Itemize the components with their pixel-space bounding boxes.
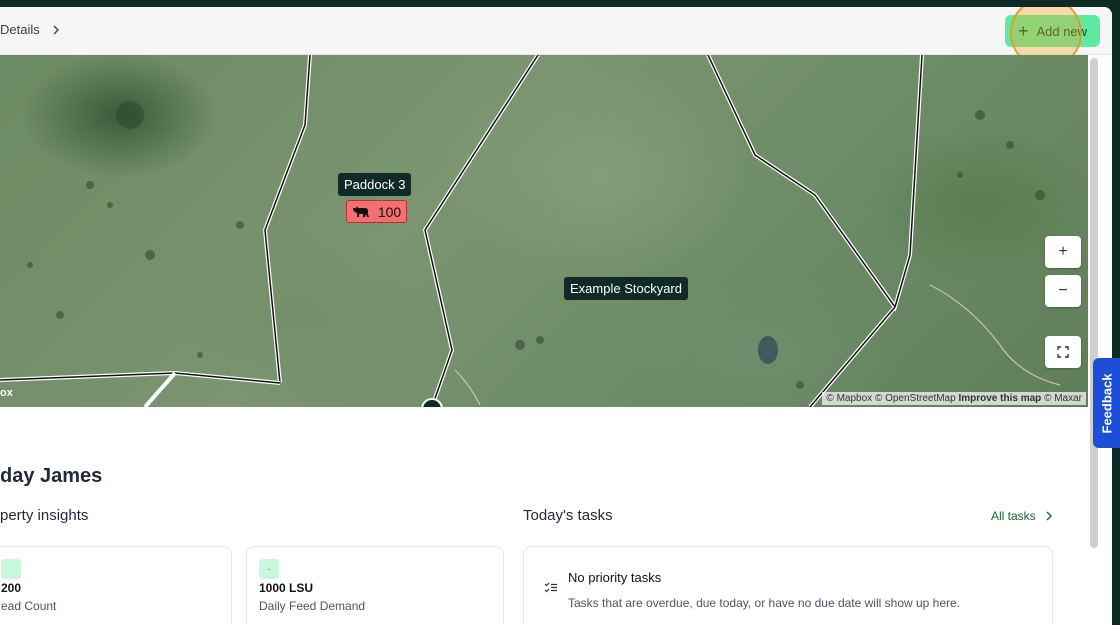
- tasks-title: Today's tasks: [523, 507, 613, 524]
- add-new-button[interactable]: + Add new: [1005, 15, 1100, 47]
- satellite-map[interactable]: Paddock 3 100 Example Stockyard + − ox ©…: [0, 55, 1088, 407]
- cattle-icon: [352, 205, 369, 217]
- add-new-label: Add new: [1036, 23, 1088, 39]
- stock-count-badge[interactable]: 100: [346, 200, 407, 223]
- greeting-heading: day James: [0, 465, 103, 487]
- chevron-right-icon: [53, 25, 59, 34]
- app-window: Details + Add new Paddock 3 100 Example …: [0, 7, 1112, 625]
- insight-value: 1000 LSU: [259, 581, 314, 595]
- zoom-in-button[interactable]: +: [1045, 236, 1081, 268]
- all-tasks-link[interactable]: All tasks: [991, 509, 1054, 523]
- attribution-mapbox[interactable]: © Mapbox: [826, 393, 872, 404]
- insights-title: perty insights: [0, 507, 89, 524]
- feedback-label: Feedback: [1099, 373, 1115, 433]
- insight-label: Daily Feed Demand: [259, 599, 366, 613]
- insight-badge: [1, 559, 21, 579]
- fullscreen-button[interactable]: [1045, 336, 1081, 368]
- priority-tasks-card: No priority tasks Tasks that are overdue…: [523, 546, 1053, 625]
- expand-icon: [1057, 346, 1069, 358]
- attribution-maxar[interactable]: © Maxar: [1044, 393, 1082, 404]
- mapbox-logo[interactable]: ox: [0, 387, 13, 399]
- insight-card-feed-demand[interactable]: · 1000 LSU Daily Feed Demand: [246, 546, 504, 625]
- breadcrumb-details[interactable]: Details: [0, 22, 40, 37]
- insight-label: ead Count: [1, 599, 57, 613]
- attribution-osm[interactable]: © OpenStreetMap: [875, 393, 956, 404]
- all-tasks-label: All tasks: [991, 509, 1036, 523]
- paddock-boundaries: [0, 55, 1061, 407]
- page-scrollbar[interactable]: [1090, 58, 1098, 548]
- improve-map-link[interactable]: Improve this map: [958, 393, 1041, 404]
- insight-card-head-count[interactable]: 200 ead Count: [0, 546, 232, 625]
- top-bar: Details + Add new: [0, 7, 1112, 69]
- stockyard-label[interactable]: Example Stockyard: [564, 277, 688, 300]
- feedback-tab[interactable]: Feedback: [1093, 358, 1120, 448]
- no-tasks-description: Tasks that are overdue, due today, or ha…: [568, 596, 961, 610]
- no-tasks-title: No priority tasks: [568, 570, 662, 585]
- zoom-out-button[interactable]: −: [1045, 275, 1081, 307]
- paddock-label[interactable]: Paddock 3: [338, 173, 412, 196]
- map-attribution: © Mapbox © OpenStreetMap Improve this ma…: [822, 392, 1086, 405]
- chevron-right-icon: [1046, 511, 1052, 521]
- insight-value: 200: [1, 581, 22, 595]
- checklist-icon: [544, 582, 557, 593]
- stock-count: 100: [377, 203, 402, 220]
- plus-icon: +: [1017, 21, 1029, 41]
- insight-badge: ·: [259, 559, 279, 579]
- breadcrumb[interactable]: Details: [0, 22, 62, 37]
